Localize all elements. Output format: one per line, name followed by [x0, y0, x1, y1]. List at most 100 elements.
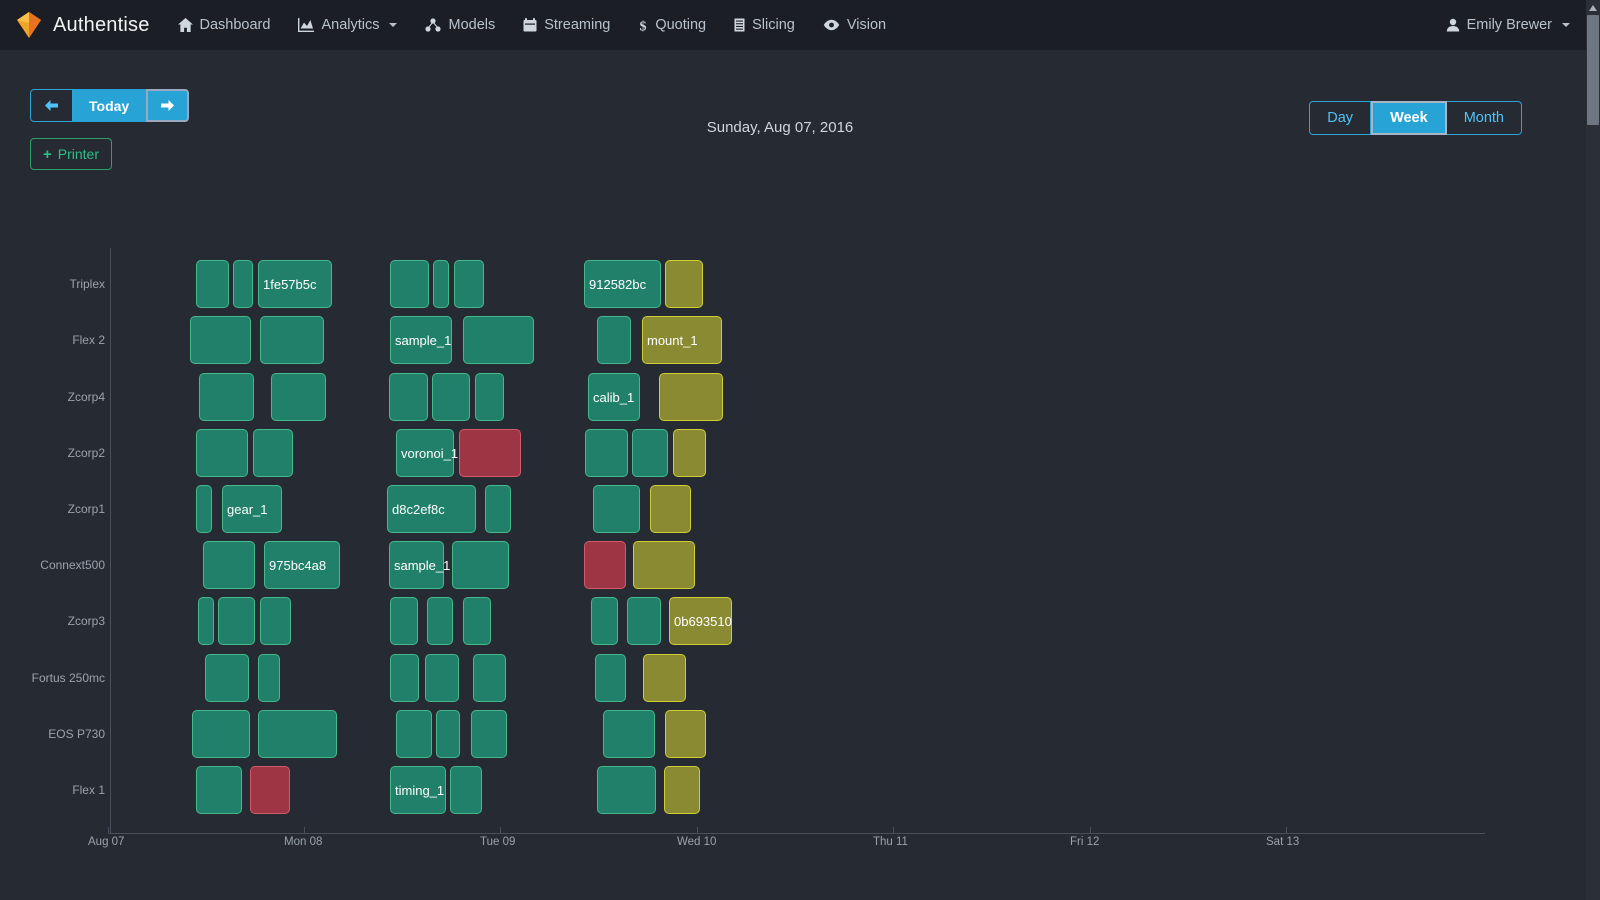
gantt-task[interactable]: [664, 766, 700, 814]
gantt-task[interactable]: [485, 485, 511, 533]
gantt-task[interactable]: [459, 429, 521, 477]
view-week-button[interactable]: Week: [1371, 101, 1447, 135]
gantt-task[interactable]: [650, 485, 691, 533]
gantt-task[interactable]: [260, 597, 291, 645]
gantt-task[interactable]: [390, 597, 418, 645]
user-name: Emily Brewer: [1466, 17, 1552, 33]
x-axis-tick: [697, 827, 698, 834]
nav-item-models[interactable]: Models: [411, 0, 509, 50]
gantt-task[interactable]: sample_1: [390, 316, 452, 364]
gantt-task-label: mount_1: [647, 332, 698, 348]
gantt-task[interactable]: [390, 654, 419, 702]
home-icon: [177, 18, 193, 32]
gantt-task[interactable]: [643, 654, 686, 702]
gantt-task[interactable]: [203, 541, 255, 589]
gantt-task[interactable]: [190, 316, 251, 364]
scrollbar-thumb[interactable]: [1587, 15, 1599, 125]
x-axis-tick-label: Aug 07: [88, 836, 125, 848]
view-day-button[interactable]: Day: [1309, 101, 1372, 135]
gantt-task[interactable]: 1fe57b5c: [258, 260, 332, 308]
gantt-task-label: gear_1: [227, 501, 268, 517]
brand[interactable]: Authentise: [0, 0, 164, 50]
gantt-task[interactable]: [585, 429, 628, 477]
nav-item-vision[interactable]: Vision: [809, 0, 900, 50]
gantt-task[interactable]: [454, 260, 484, 308]
nav-item-analytics[interactable]: Analytics: [284, 0, 411, 50]
gantt-task[interactable]: [603, 710, 655, 758]
next-period-button[interactable]: [146, 89, 190, 122]
gantt-task[interactable]: [396, 710, 432, 758]
gantt-task[interactable]: [673, 429, 706, 477]
gantt-task[interactable]: [665, 260, 703, 308]
gantt-task[interactable]: [258, 654, 280, 702]
nav-item-dashboard[interactable]: Dashboard: [164, 0, 285, 50]
gantt-task[interactable]: gear_1: [222, 485, 282, 533]
gantt-task[interactable]: [427, 597, 453, 645]
svg-text:$: $: [640, 19, 647, 33]
gantt-task[interactable]: 912582bc: [584, 260, 661, 308]
gantt-task[interactable]: voronoi_1: [396, 429, 458, 477]
gantt-task[interactable]: [425, 654, 459, 702]
gantt-task[interactable]: sample_1: [389, 541, 450, 589]
today-button[interactable]: Today: [73, 89, 147, 122]
gantt-task[interactable]: [192, 710, 250, 758]
gantt-task[interactable]: [473, 654, 506, 702]
gantt-task[interactable]: [250, 766, 290, 814]
gantt-task[interactable]: [595, 654, 626, 702]
gantt-task[interactable]: timing_1: [390, 766, 446, 814]
nav-item-slicing[interactable]: Slicing: [720, 0, 809, 50]
gantt-task[interactable]: [633, 541, 695, 589]
gantt-task[interactable]: [471, 710, 507, 758]
gantt-task[interactable]: [593, 485, 640, 533]
gantt-y-axis: [110, 248, 111, 833]
gantt-task[interactable]: [591, 597, 618, 645]
gantt-task[interactable]: 975bc4a8: [264, 541, 340, 589]
user-menu[interactable]: Emily Brewer: [1446, 0, 1570, 50]
gantt-task[interactable]: [433, 260, 449, 308]
gantt-task[interactable]: [390, 260, 429, 308]
gantt-task[interactable]: [659, 373, 723, 421]
gantt-task[interactable]: [597, 766, 656, 814]
gantt-task[interactable]: [432, 373, 470, 421]
gantt-task[interactable]: [260, 316, 324, 364]
add-printer-button[interactable]: + Printer: [30, 138, 112, 170]
gantt-row-label-6: Zcorp3: [67, 614, 105, 628]
gantt-task[interactable]: [389, 373, 428, 421]
view-month-button[interactable]: Month: [1446, 101, 1522, 135]
gantt-task[interactable]: [233, 260, 253, 308]
gantt-task[interactable]: [627, 597, 661, 645]
page-scrollbar[interactable]: [1586, 0, 1600, 900]
prev-period-button[interactable]: [30, 89, 73, 122]
gantt-task[interactable]: 0b693510: [669, 597, 732, 645]
gantt-task[interactable]: [450, 766, 482, 814]
gantt-task[interactable]: [196, 260, 229, 308]
gantt-task[interactable]: [452, 541, 509, 589]
gantt-task[interactable]: [475, 373, 504, 421]
gantt-task[interactable]: mount_1: [642, 316, 722, 364]
nav-item-quoting[interactable]: $ Quoting: [624, 0, 720, 50]
nav-item-streaming[interactable]: Streaming: [509, 0, 624, 50]
gantt-task[interactable]: [199, 373, 254, 421]
gantt-task[interactable]: [665, 710, 706, 758]
gantt-task[interactable]: d8c2ef8c: [387, 485, 476, 533]
gantt-task[interactable]: [218, 597, 255, 645]
gantt-task[interactable]: [436, 710, 460, 758]
gantt-task[interactable]: [196, 429, 248, 477]
gantt-task[interactable]: [463, 316, 534, 364]
gantt-task[interactable]: [271, 373, 326, 421]
gantt-task[interactable]: [196, 485, 212, 533]
gantt-task[interactable]: [463, 597, 491, 645]
gantt-task[interactable]: [258, 710, 337, 758]
plus-icon: +: [43, 145, 52, 163]
gantt-task[interactable]: [597, 316, 631, 364]
scrollbar-up-arrow-icon[interactable]: [1586, 0, 1600, 15]
gantt-task[interactable]: [198, 597, 214, 645]
gantt-task[interactable]: [205, 654, 249, 702]
gantt-task[interactable]: [584, 541, 626, 589]
gantt-task[interactable]: [632, 429, 668, 477]
gantt-task[interactable]: calib_1: [588, 373, 640, 421]
calendar-icon: [523, 18, 537, 32]
gantt-task[interactable]: [196, 766, 242, 814]
gantt-task-label: sample_1: [394, 557, 451, 573]
gantt-task[interactable]: [253, 429, 293, 477]
